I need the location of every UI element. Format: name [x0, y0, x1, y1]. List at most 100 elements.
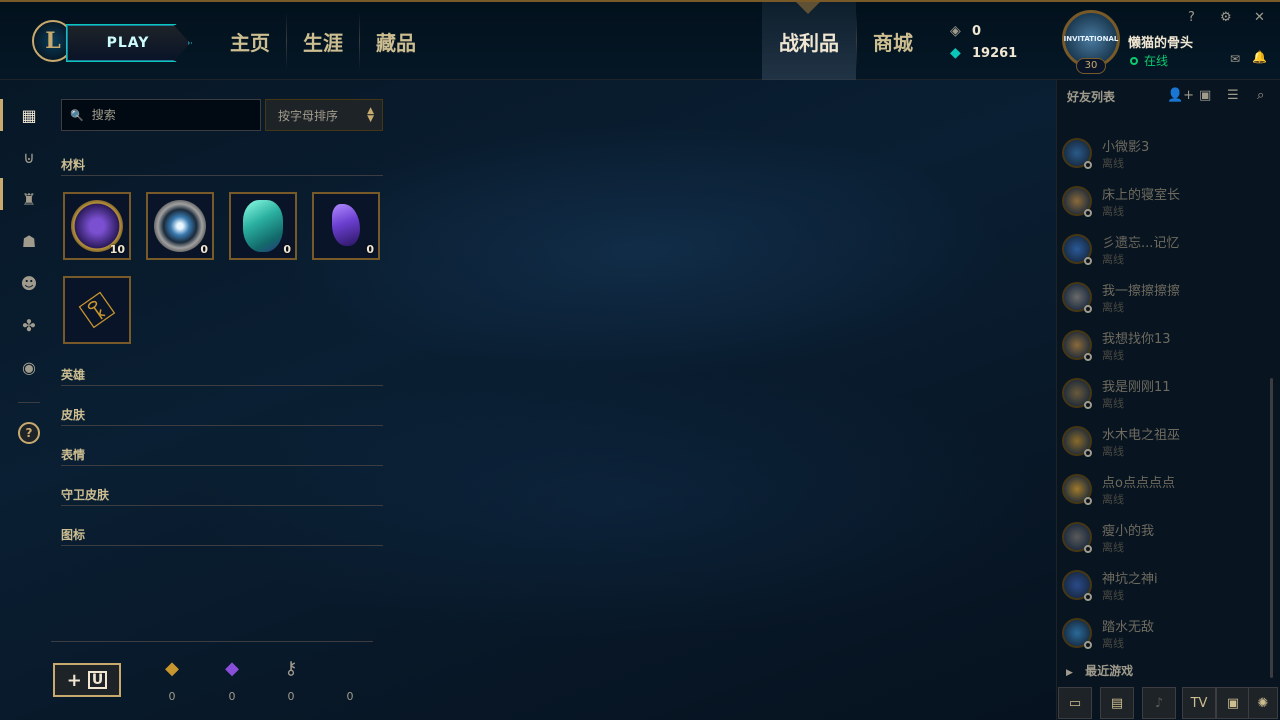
chat-icon[interactable]: ▭	[1058, 687, 1092, 719]
friend-row[interactable]: 床上的寝室长 离线	[1062, 184, 1272, 228]
close-icon[interactable]: ✕	[1254, 10, 1265, 25]
bug-report-icon[interactable]: ✺	[1248, 687, 1278, 719]
add-folder-icon[interactable]: ▣	[1199, 88, 1211, 103]
friend-name: 点o点点点点	[1102, 476, 1175, 491]
settings-gear-icon[interactable]: ⚙	[1220, 10, 1232, 25]
friend-row[interactable]: 瘦小的我 离线	[1062, 520, 1272, 564]
add-friend-icon[interactable]: 👤+	[1167, 88, 1194, 103]
friend-status: 离线	[1102, 253, 1124, 266]
right-nav: 战利品 商城	[762, 2, 929, 80]
nav-profile[interactable]: 生涯	[287, 2, 359, 80]
loot-tile-mastery-token[interactable]: 0	[146, 192, 214, 260]
chest-icon: U	[87, 671, 108, 689]
loot-tile-hextech-chest[interactable]: 10	[63, 192, 131, 260]
play-button[interactable]: PLAY	[66, 24, 190, 62]
resource-key-fragment: ◆ 0	[162, 658, 182, 703]
friend-name: 床上的寝室长	[1102, 188, 1181, 203]
friend-name: 踏水无敌	[1102, 620, 1155, 635]
recent-games-label: 最近游戏	[1085, 664, 1134, 678]
tv-icon[interactable]: TV	[1182, 687, 1216, 719]
tile-count: 0	[366, 243, 374, 256]
avatar-badge-text: INVITATIONAL	[1063, 35, 1119, 43]
green-gem-icon	[243, 200, 283, 252]
window-icon[interactable]: ▣	[1216, 687, 1250, 719]
grid-all-icon[interactable]: ▦	[18, 104, 40, 126]
category-skins[interactable]: 皮肤	[61, 406, 383, 426]
category-emotes[interactable]: 表情	[61, 446, 383, 466]
friend-row[interactable]: 小微影3 离线	[1062, 136, 1272, 180]
friend-name: 我想找你13	[1102, 332, 1171, 347]
chest-icon[interactable]: ⊍	[18, 146, 40, 168]
friend-status: 离线	[1102, 541, 1124, 554]
offline-status-icon	[1084, 209, 1092, 217]
mic-icon[interactable]: ♪	[1142, 687, 1176, 719]
gem-icon: ◆	[225, 658, 239, 679]
mastery-token-icon	[154, 200, 206, 252]
search-box: 🔍	[61, 99, 261, 131]
offline-status-icon	[1084, 257, 1092, 265]
friend-row[interactable]: 点o点点点点 离线	[1062, 472, 1272, 516]
category-champions[interactable]: 英雄	[61, 366, 383, 386]
offline-status-icon	[1084, 449, 1092, 457]
recent-games-toggle[interactable]: ▶ 最近游戏	[1066, 662, 1133, 679]
list-view-icon[interactable]: ☰	[1227, 88, 1239, 103]
friends-scrollbar[interactable]	[1270, 378, 1273, 678]
sort-label: 按字母排序	[278, 108, 339, 123]
emote-face-icon[interactable]: ☻	[18, 272, 40, 294]
status-label: 在线	[1144, 54, 1169, 68]
category-icons[interactable]: 图标	[61, 526, 383, 546]
friend-name: 瘦小的我	[1102, 524, 1155, 539]
nav-loot[interactable]: 战利品	[762, 2, 856, 80]
profile-icon-icon[interactable]: ◉	[18, 356, 40, 378]
friend-name: 我是刚刚11	[1102, 380, 1171, 395]
friend-row[interactable]: 彡遗忘...记忆 离线	[1062, 232, 1272, 276]
offline-status-icon	[1084, 593, 1092, 601]
notification-bell-icon[interactable]: 🔔	[1252, 50, 1267, 64]
tile-count: 0	[200, 243, 208, 256]
ward-icon[interactable]: ✤	[18, 314, 40, 336]
blank-icon	[340, 658, 360, 682]
loot-tile-hextech-key[interactable]: ⚿	[63, 276, 131, 344]
main-nav: 主页 生涯 藏品	[214, 2, 432, 80]
friend-status: 离线	[1102, 397, 1124, 410]
friend-row[interactable]: 我一擦擦擦擦 离线	[1062, 280, 1272, 324]
search-icon[interactable]: ⌕	[1257, 88, 1264, 103]
offline-status-icon	[1084, 353, 1092, 361]
online-status[interactable]: 在线	[1130, 52, 1168, 69]
craft-chest-button[interactable]: + U	[53, 663, 121, 697]
friend-status: 离线	[1102, 589, 1124, 602]
notes-icon[interactable]: ▤	[1100, 687, 1134, 719]
help-icon[interactable]: ?	[18, 422, 40, 444]
loot-tile-gemstone[interactable]: 0	[229, 192, 297, 260]
username: 懒猫的骨头	[1128, 36, 1194, 51]
friend-row[interactable]: 神坑之神i 离线	[1062, 568, 1272, 612]
friend-name: 彡遗忘...记忆	[1102, 236, 1180, 251]
search-input[interactable]	[91, 108, 252, 122]
friend-row[interactable]: 我想找你13 离线	[1062, 328, 1272, 372]
offline-status-icon	[1084, 545, 1092, 553]
category-materials[interactable]: 材料	[61, 156, 383, 176]
friend-row[interactable]: 水木电之祖巫 离线	[1062, 424, 1272, 468]
loot-tile-mythic-shard[interactable]: 0	[312, 192, 380, 260]
help-window-icon[interactable]: ?	[1188, 10, 1195, 25]
friend-status: 离线	[1102, 349, 1124, 362]
top-header: L PLAY 主页 生涯 藏品 战利品 商城 ◈ 0 ◆ 19261 INVIT…	[0, 0, 1280, 80]
sort-dropdown[interactable]: 按字母排序 ▲ ▼	[265, 99, 383, 131]
category-ward-skins[interactable]: 守卫皮肤	[61, 486, 383, 506]
friend-name: 小微影3	[1102, 140, 1150, 155]
rail-active-indicator	[0, 99, 3, 131]
nav-collection[interactable]: 藏品	[360, 2, 432, 80]
mail-icon[interactable]: ✉	[1230, 52, 1240, 66]
key-icon: ⚷	[284, 658, 298, 679]
nav-store[interactable]: 商城	[857, 2, 929, 80]
tile-count: 10	[109, 243, 125, 256]
offline-status-icon	[1084, 305, 1092, 313]
friend-row[interactable]: 踏水无敌 离线	[1062, 616, 1272, 660]
friend-name: 我一擦擦擦擦	[1102, 284, 1181, 299]
mask-skin-icon[interactable]: ☗	[18, 230, 40, 252]
nav-home[interactable]: 主页	[214, 2, 286, 80]
resource-value: 0	[287, 690, 295, 703]
helmet-champion-icon[interactable]: ♜	[18, 188, 40, 210]
loot-category-rail	[0, 80, 56, 720]
friend-row[interactable]: 我是刚刚11 离线	[1062, 376, 1272, 420]
